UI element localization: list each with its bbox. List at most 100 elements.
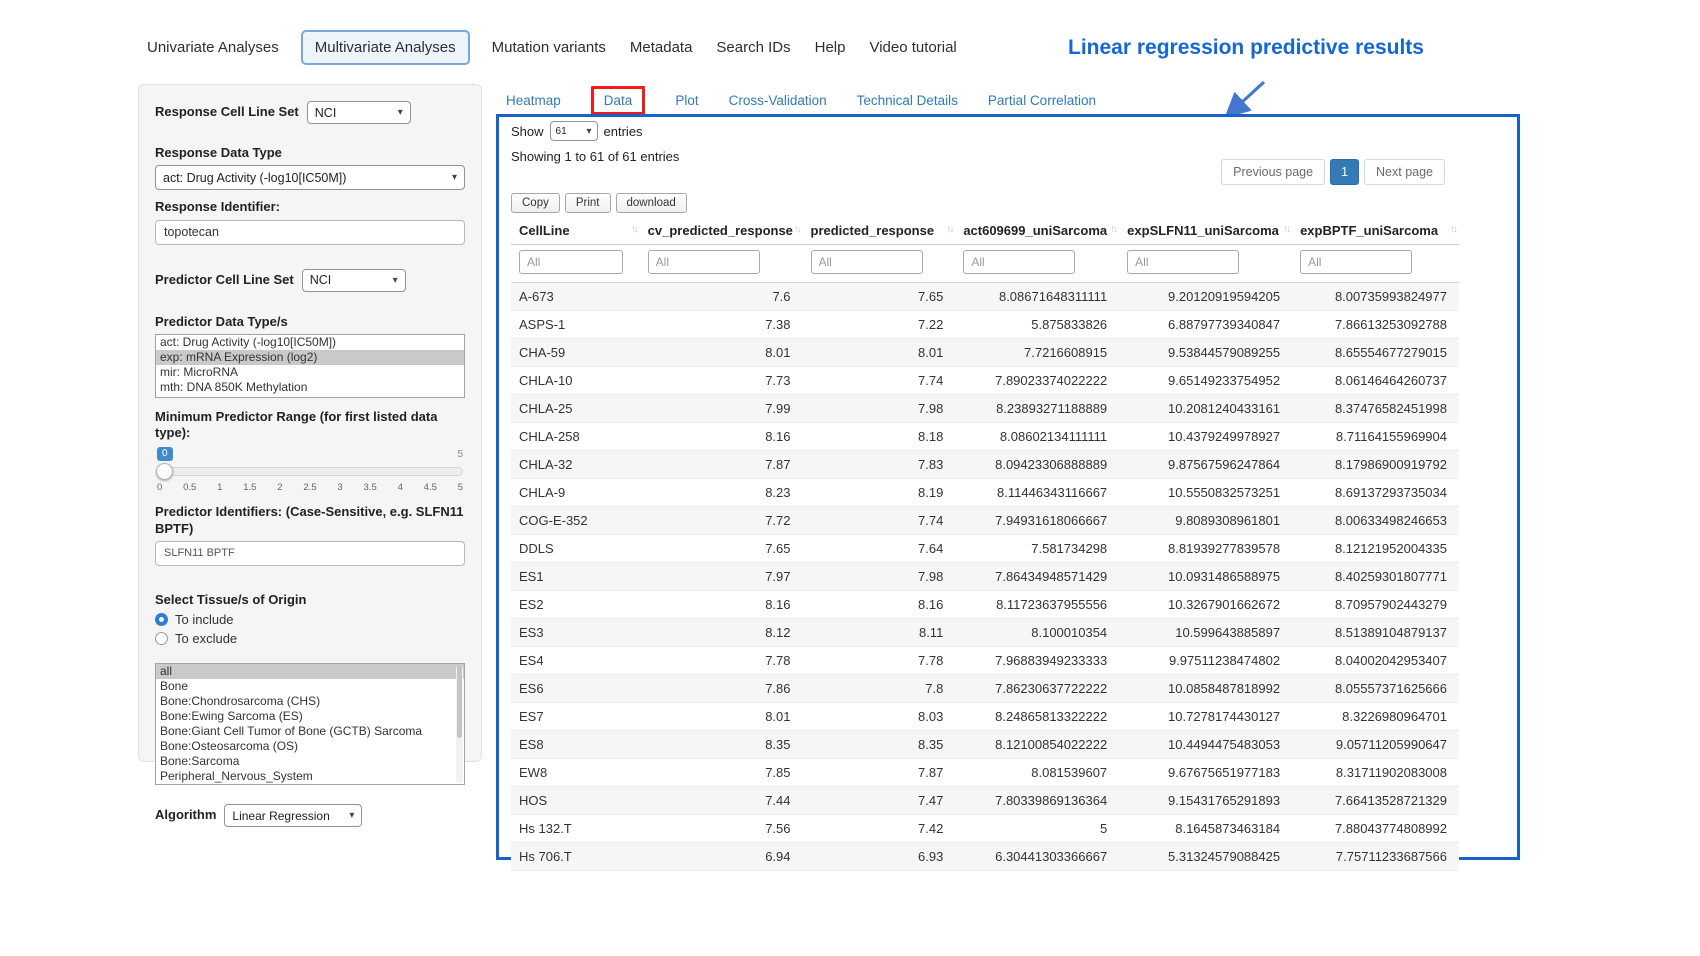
show-entries-control: Show 61 ▾ entries — [511, 121, 643, 141]
nav-item-video-tutorial[interactable]: Video tutorial — [867, 31, 958, 64]
filter-input-expbptf-unisarcoma[interactable] — [1300, 250, 1412, 274]
data-table-wrap: CellLine↑↓cv_predicted_response↑↓predict… — [511, 217, 1459, 871]
table-row: ES38.128.118.10001035410.5996438858978.5… — [511, 619, 1459, 647]
cell-value: 9.97511238474802 — [1119, 647, 1292, 675]
option-act-drug-activity-log10-ic50m[interactable]: act: Drug Activity (-log10[IC50M]) — [156, 335, 464, 350]
radio-to-include[interactable]: To include — [155, 612, 465, 627]
option-bone-sarcoma[interactable]: Bone:Sarcoma — [156, 754, 464, 769]
nav-item-metadata[interactable]: Metadata — [628, 31, 695, 64]
slider-track[interactable] — [157, 467, 463, 476]
cell-value: 7.99 — [640, 395, 803, 423]
cell-value: 8.23893271188889 — [955, 395, 1119, 423]
tab-partial-correlation[interactable]: Partial Correlation — [988, 93, 1096, 108]
response-cell-line-set-label: Response Cell Line Set — [155, 104, 299, 120]
cell-value: 7.65 — [640, 535, 803, 563]
previous-page-button[interactable]: Previous page — [1221, 159, 1325, 185]
tab-cross-validation[interactable]: Cross-Validation — [729, 93, 827, 108]
print-button[interactable]: Print — [565, 193, 611, 213]
filter-input-expslfn11-unisarcoma[interactable] — [1127, 250, 1239, 274]
sort-icon[interactable]: ↑↓ — [946, 224, 952, 235]
filter-input-act609699-unisarcoma[interactable] — [963, 250, 1075, 274]
sort-icon[interactable]: ↑↓ — [1283, 224, 1289, 235]
option-peripheral-nervous-system[interactable]: Peripheral_Nervous_System — [156, 769, 464, 784]
filter-input-predicted-response[interactable] — [811, 250, 923, 274]
cell-value: 7.87 — [803, 759, 956, 787]
tab-heatmap[interactable]: Heatmap — [506, 93, 561, 108]
cell-line: CHLA-258 — [511, 423, 640, 451]
slider-handle[interactable] — [156, 463, 173, 480]
cell-value: 7.56 — [640, 815, 803, 843]
tab-technical-details[interactable]: Technical Details — [857, 93, 958, 108]
column-header-label: act609699_uniSarcoma — [963, 223, 1107, 238]
radio-to-exclude[interactable]: To exclude — [155, 631, 465, 646]
chevron-down-icon: ▾ — [393, 275, 398, 286]
cell-value: 7.94931618066667 — [955, 507, 1119, 535]
table-row: ES47.787.787.968839492333339.97511238474… — [511, 647, 1459, 675]
predictor-cell-line-set-select[interactable]: NCI ▾ — [302, 269, 406, 292]
column-header-cellline[interactable]: CellLine↑↓ — [511, 217, 640, 245]
cell-value: 7.581734298 — [955, 535, 1119, 563]
cell-value: 7.8 — [803, 675, 956, 703]
cell-line: ASPS-1 — [511, 311, 640, 339]
cell-value: 8.16 — [640, 423, 803, 451]
column-header-predicted-response[interactable]: predicted_response ↑↓ — [803, 217, 956, 245]
column-header-act609699-unisarcoma[interactable]: act609699_uniSarcoma↑↓ — [955, 217, 1119, 245]
response-cell-line-set-select[interactable]: NCI ▾ — [307, 101, 411, 124]
select-value: Linear Regression — [232, 809, 329, 823]
current-page-button[interactable]: 1 — [1330, 159, 1359, 185]
option-mir-microrna[interactable]: mir: MicroRNA — [156, 365, 464, 380]
cell-value: 9.05711205990647 — [1292, 731, 1459, 759]
algorithm-select[interactable]: Linear Regression ▾ — [224, 804, 362, 827]
option-all[interactable]: all — [156, 664, 464, 679]
copy-button[interactable]: Copy — [511, 193, 560, 213]
nav-item-help[interactable]: Help — [813, 31, 848, 64]
option-mth-dna-850k-methylation[interactable]: mth: DNA 850K Methylation — [156, 380, 464, 395]
cell-value: 7.86230637722222 — [955, 675, 1119, 703]
option-bone[interactable]: Bone — [156, 679, 464, 694]
min-range-slider[interactable]: 0 5 00.511.522.533.544.55 — [157, 447, 463, 497]
download-button[interactable]: download — [616, 193, 687, 213]
sort-icon[interactable]: ↑↓ — [631, 224, 637, 235]
slider-ticks: 00.511.522.533.544.55 — [157, 482, 463, 493]
option-exp-mrna-expression-log2[interactable]: exp: mRNA Expression (log2) — [156, 350, 464, 365]
nav-item-search-ids[interactable]: Search IDs — [714, 31, 792, 64]
cell-value: 7.89023374022222 — [955, 367, 1119, 395]
entries-select[interactable]: 61 ▾ — [550, 121, 598, 141]
cell-value: 8.40259301807771 — [1292, 563, 1459, 591]
filter-input-cv-predicted-response[interactable] — [648, 250, 760, 274]
slider-tick: 2 — [277, 482, 282, 493]
response-identifier-input[interactable] — [155, 220, 465, 245]
cell-value: 10.599643885897 — [1119, 619, 1292, 647]
next-page-button[interactable]: Next page — [1364, 159, 1445, 185]
cell-value: 8.24865813322222 — [955, 703, 1119, 731]
tab-data[interactable]: Data — [591, 86, 646, 115]
cell-value: 8.00735993824977 — [1292, 283, 1459, 311]
response-identifier-label: Response Identifier: — [155, 199, 465, 215]
column-header-expbptf-unisarcoma[interactable]: expBPTF_uniSarcoma↑↓ — [1292, 217, 1459, 245]
cell-value: 10.0858487818992 — [1119, 675, 1292, 703]
filter-cell — [1292, 245, 1459, 283]
table-row: ASPS-17.387.225.8758338266.8879773934084… — [511, 311, 1459, 339]
column-header-label: predicted_response — [811, 223, 935, 238]
nav-item-multivariate-analyses[interactable]: Multivariate Analyses — [301, 30, 470, 65]
cell-value: 8.01 — [640, 703, 803, 731]
cell-value: 7.86 — [640, 675, 803, 703]
scrollbar[interactable] — [456, 665, 463, 783]
response-data-type-select[interactable]: act: Drug Activity (-log10[IC50M]) ▾ — [155, 165, 465, 190]
sort-icon[interactable]: ↑↓ — [1110, 224, 1116, 235]
sort-icon[interactable]: ↑↓ — [1450, 224, 1456, 235]
table-row: Hs 132.T7.567.4258.16458734631847.880437… — [511, 815, 1459, 843]
nav-item-mutation-variants[interactable]: Mutation variants — [490, 31, 608, 64]
option-bone-osteosarcoma-os[interactable]: Bone:Osteosarcoma (OS) — [156, 739, 464, 754]
option-bone-chondrosarcoma-chs[interactable]: Bone:Chondrosarcoma (CHS) — [156, 694, 464, 709]
tab-plot[interactable]: Plot — [675, 93, 698, 108]
column-header-cv-predicted-response[interactable]: cv_predicted_response↑↓ — [640, 217, 803, 245]
option-bone-ewing-sarcoma-es[interactable]: Bone:Ewing Sarcoma (ES) — [156, 709, 464, 724]
scrollbar-thumb[interactable] — [457, 665, 462, 738]
predictor-identifiers-input[interactable] — [155, 541, 465, 566]
filter-input-cellline[interactable] — [519, 250, 623, 274]
column-header-expslfn11-unisarcoma[interactable]: expSLFN11_uniSarcoma↑↓ — [1119, 217, 1292, 245]
option-bone-giant-cell-tumor-of-bone-gctb-sarcoma[interactable]: Bone:Giant Cell Tumor of Bone (GCTB) Sar… — [156, 724, 464, 739]
sort-icon[interactable]: ↑↓ — [794, 224, 800, 235]
nav-item-univariate-analyses[interactable]: Univariate Analyses — [145, 31, 281, 64]
